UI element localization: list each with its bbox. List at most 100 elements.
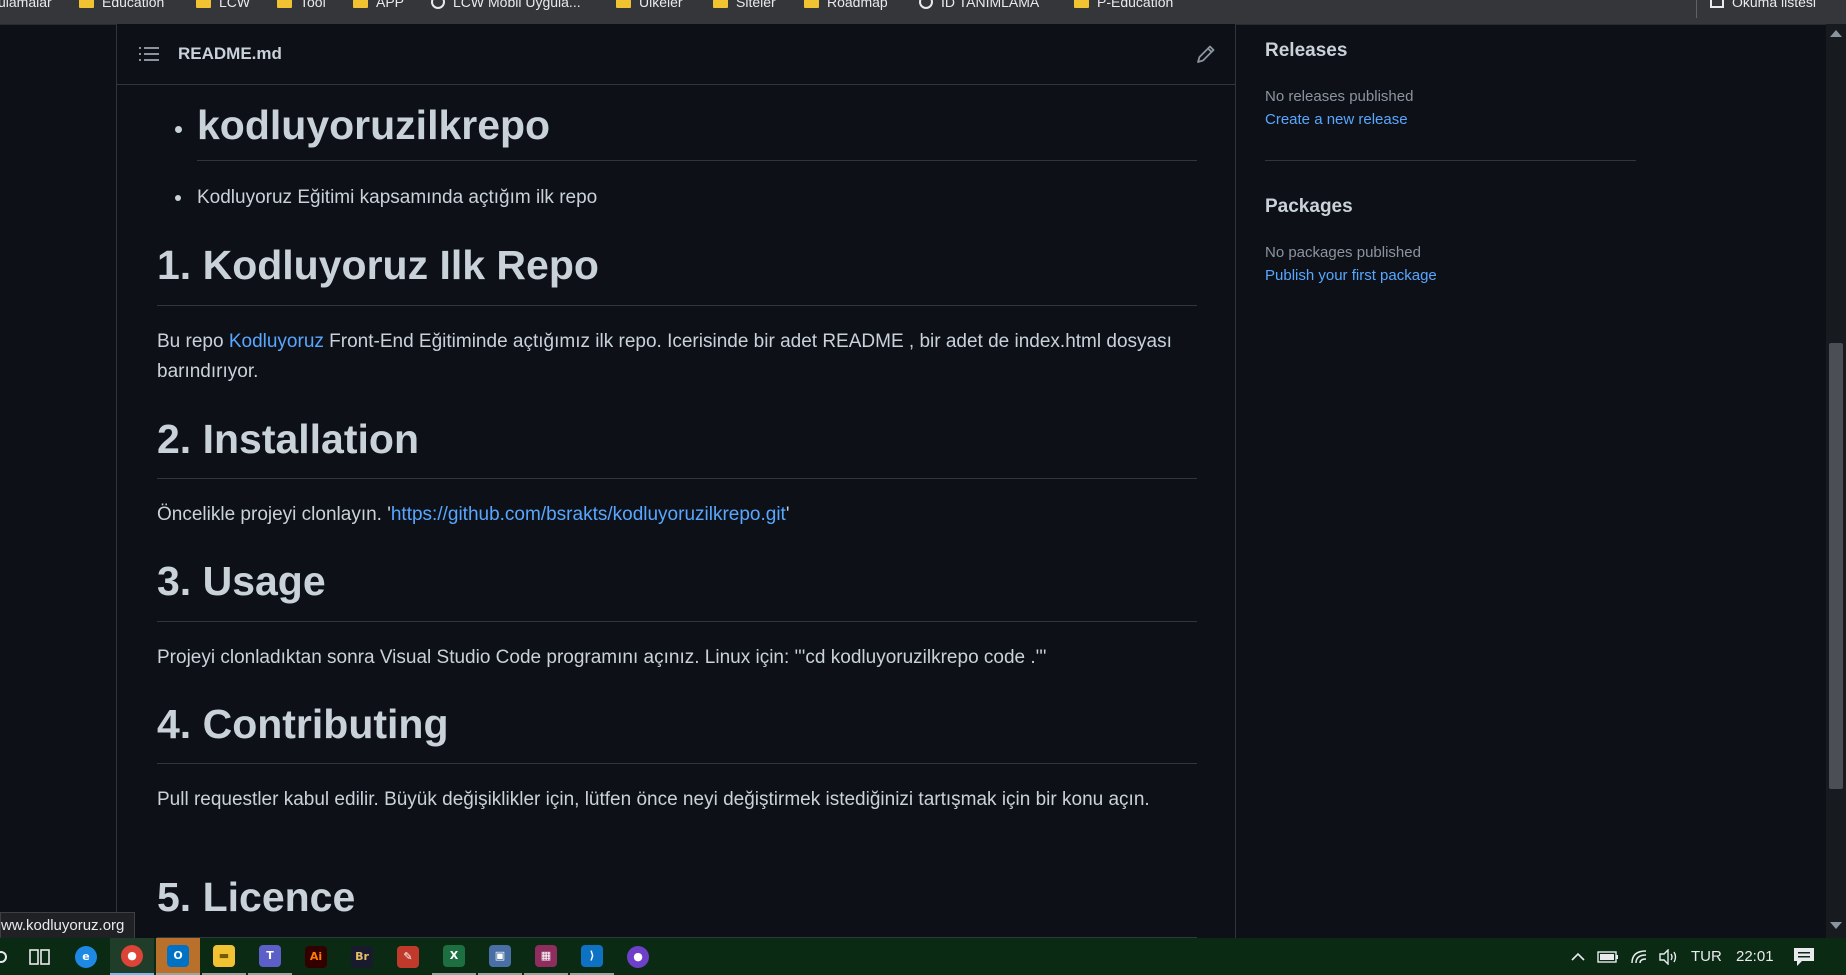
reading-list-label: Okuma listesi: [1732, 0, 1817, 10]
taskbar-app-chrome[interactable]: ●: [110, 938, 154, 975]
repo-git-link[interactable]: https://github.com/bsrakts/kodluyoruzilk…: [391, 504, 786, 525]
bookmark-label: Education: [102, 0, 165, 10]
taskbar-app-paint[interactable]: ✎: [386, 938, 430, 975]
search-icon[interactable]: [0, 938, 16, 975]
globe-icon: [431, 0, 445, 9]
section-heading: 3. Usage: [157, 558, 326, 604]
winrar-icon: ▦: [535, 944, 557, 967]
bookmark-label: Ülkeler: [639, 0, 683, 10]
create-release-link[interactable]: Create a new release: [1265, 111, 1408, 128]
heading-underline: [157, 305, 1197, 306]
taskbar-app-outlook[interactable]: O: [156, 938, 200, 975]
bookmark-p-education[interactable]: P-Education: [1074, 0, 1173, 10]
bookmark-ulamalar[interactable]: ulamalar: [0, 0, 52, 10]
folder-icon: [277, 0, 292, 8]
readme-header: README.md: [117, 24, 1235, 85]
folder-icon: [196, 0, 211, 8]
outline-list-icon[interactable]: [139, 46, 159, 62]
taskbar-app-bridge[interactable]: Br: [340, 938, 384, 975]
vscode-icon: ⟩: [581, 944, 603, 967]
bullet-dot: [175, 195, 181, 201]
paint-icon: ✎: [397, 945, 419, 968]
chevron-up-icon: [1571, 952, 1585, 961]
taskbar-app-vscode[interactable]: ⟩: [570, 938, 614, 975]
folder-icon: [353, 0, 368, 8]
publish-package-link[interactable]: Publish your first package: [1265, 267, 1437, 284]
paragraph-text: Bu repo: [157, 331, 229, 352]
taskbar-app-edge[interactable]: e: [64, 938, 108, 975]
show-hidden-icons[interactable]: [1570, 938, 1586, 975]
heading-underline: [197, 160, 1197, 161]
bookmark-label: ulamalar: [0, 0, 52, 10]
folder-icon: [616, 0, 631, 8]
scroll-up-arrow-icon[interactable]: [1830, 30, 1842, 37]
paragraph-text: ': [785, 504, 790, 525]
bullet-text: Kodluyoruz Eğitimi kapsamında açtığım il…: [197, 187, 598, 208]
taskbar-app-excel[interactable]: X: [432, 938, 476, 975]
clock-time[interactable]: 22:01: [1736, 938, 1774, 975]
bookmark-label: Tool: [300, 0, 326, 10]
bookmark-lcw-mobil[interactable]: LCW Mobil Uygula...: [431, 0, 581, 10]
bookmark-app[interactable]: APP: [353, 0, 404, 10]
battery-icon[interactable]: [1597, 938, 1619, 975]
section-paragraph: Bu repo Kodluyoruz Front-End Eğitiminde …: [157, 327, 1197, 387]
bookmark-label: APP: [376, 0, 405, 10]
releases-status: No releases published: [1265, 88, 1414, 105]
bullet-heading: kodluyoruzilkrepo: [197, 102, 551, 148]
taskbar-app-illustrator[interactable]: Ai: [294, 938, 338, 975]
taskbar-app-teams[interactable]: T: [248, 938, 292, 975]
excel-icon: X: [443, 944, 465, 967]
section-heading: 1. Kodluyoruz Ilk Repo: [157, 242, 599, 288]
input-language[interactable]: TUR: [1691, 938, 1722, 975]
section-paragraph: Öncelikle projeyi clonlayın. 'https://gi…: [157, 500, 1197, 530]
bookmark-label: Roadmap: [827, 0, 888, 10]
kodluyoruz-link[interactable]: Kodluyoruz: [229, 331, 324, 352]
packages-heading[interactable]: Packages: [1265, 196, 1353, 218]
windows-taskbar: e ● O ▬ T Ai Br ✎ X ▣ ▦ ⟩ ● TUR 22:01: [0, 938, 1846, 975]
bookmark-divider: [1696, 0, 1697, 18]
taskbar-app-file-explorer[interactable]: ▬: [202, 938, 246, 975]
notification-center-icon[interactable]: [1793, 938, 1815, 975]
bookmark-education[interactable]: Education: [79, 0, 164, 10]
reading-list-button[interactable]: Okuma listesi: [1710, 0, 1816, 10]
heading-underline: [157, 478, 1197, 479]
paragraph-text: Öncelikle projeyi clonlayın. ': [157, 504, 391, 525]
sidebar-divider: [1265, 160, 1636, 161]
bookmark-lcw[interactable]: LCW: [196, 0, 250, 10]
bookmark-tool[interactable]: Tool: [277, 0, 326, 10]
task-view-icon[interactable]: [18, 938, 62, 975]
bookmark-label: ID TANIMLAMA: [941, 0, 1040, 10]
packages-status: No packages published: [1265, 244, 1421, 261]
bookmark-id-tanimlama[interactable]: ID TANIMLAMA: [919, 0, 1039, 10]
folder-icon: [804, 0, 819, 8]
section-heading: 2. Installation: [157, 416, 419, 462]
folder-icon: [713, 0, 728, 8]
bookmark-siteler[interactable]: Siteler: [713, 0, 776, 10]
scroll-down-arrow-icon[interactable]: [1830, 922, 1842, 929]
pencil-icon[interactable]: [1195, 43, 1217, 65]
folder-icon: [1074, 0, 1089, 8]
folder-icon: ▬: [213, 944, 235, 967]
bookmark-ulkeler[interactable]: Ülkeler: [616, 0, 683, 10]
taskbar-app-winrar[interactable]: ▦: [524, 938, 568, 975]
outlook-icon: O: [167, 944, 189, 967]
edge-icon: e: [75, 945, 97, 968]
reading-list-icon: [1710, 0, 1724, 8]
bookmark-label: LCW Mobil Uygula...: [453, 0, 581, 10]
taskbar-app-screen-tool[interactable]: ▣: [478, 938, 522, 975]
github-desktop-icon: ●: [627, 945, 649, 968]
heading-underline: [157, 621, 1197, 622]
volume-icon[interactable]: [1658, 938, 1680, 975]
bookmark-label: Siteler: [736, 0, 776, 10]
bookmark-label: LCW: [219, 0, 251, 10]
screen-tool-icon: ▣: [489, 944, 511, 967]
wifi-icon[interactable]: [1630, 938, 1650, 975]
scrollbar-thumb[interactable]: [1829, 343, 1843, 789]
releases-heading[interactable]: Releases: [1265, 40, 1347, 62]
bullet-dot: [175, 126, 182, 133]
section-heading: 4. Contributing: [157, 701, 449, 747]
bridge-icon: Br: [351, 945, 373, 968]
readme-filename: README.md: [178, 44, 282, 63]
bookmark-roadmap[interactable]: Roadmap: [804, 0, 888, 10]
taskbar-app-github-desktop[interactable]: ●: [616, 938, 660, 975]
